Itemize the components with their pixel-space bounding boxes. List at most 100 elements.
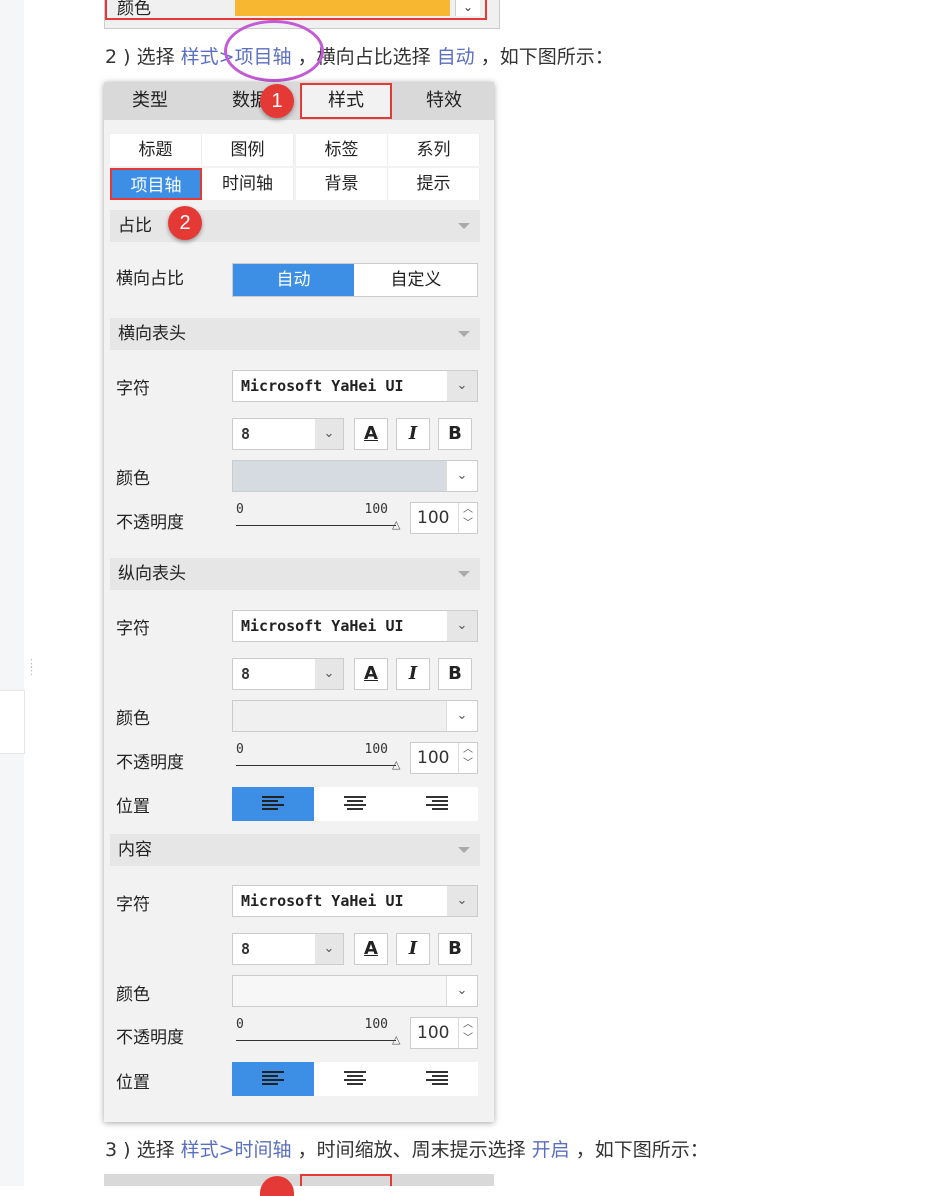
subtab-tooltip[interactable]: 提示 [388,168,480,200]
font-family-select[interactable]: Microsoft YaHei UI ⌄ [232,885,478,917]
opacity-slider[interactable]: 0 100 △ [236,1017,404,1051]
step3-link-style-timeaxis[interactable]: 样式>时间轴 [181,1139,292,1161]
bold-button[interactable]: B [438,658,472,690]
step2-paragraph: 2 ) 选择 样式>项目轴 ，横向占比选择 自动 ，如下图所示： [105,42,614,69]
font-label: 字符 [116,379,150,399]
opacity-slider[interactable]: 0 100 △ [236,502,404,536]
spinner-arrows-icon[interactable]: ︿ ﹀ [458,1018,477,1048]
drag-handle-icon[interactable]: ⋮ ⋮ [26,658,37,676]
opacity-label: 不透明度 [116,753,184,773]
sidebar-tab[interactable] [0,690,25,754]
subtab-legend[interactable]: 图例 [202,134,294,166]
align-right-button[interactable] [396,1062,478,1096]
section-horizontal-header[interactable]: 横向表头 [110,318,480,350]
align-left-button[interactable] [232,1062,314,1096]
chevron-down-icon[interactable]: ⌄ [446,976,477,1006]
caret-down-icon [458,847,470,853]
highlight-box [300,1174,392,1186]
color-picker[interactable]: ⌄ [232,700,478,732]
slider-min: 0 [236,742,244,757]
color-picker[interactable]: ⌄ [232,975,478,1007]
chevron-down-icon[interactable]: ⌄ [447,371,477,401]
chevron-down-icon[interactable]: ⌄ [315,934,343,964]
align-left-button[interactable] [232,787,314,821]
slider-max: 100 [364,502,388,517]
align-center-icon [344,1071,366,1087]
spinner-arrows-icon[interactable]: ︿ ﹀ [458,503,477,533]
opacity-spinner[interactable]: 100 ︿ ﹀ [410,1017,478,1049]
step2-link-auto[interactable]: 自动 [437,46,475,68]
tab-effects[interactable]: 特效 [398,82,490,120]
slider-track [236,525,396,526]
font-size-select[interactable]: 8 ⌄ [232,933,344,965]
font-size-select[interactable]: 8 ⌄ [232,658,344,690]
section-content[interactable]: 内容 [110,834,480,866]
font-value: Microsoft YaHei UI [241,617,404,635]
annotation-circle [224,20,324,82]
alignment-group [232,787,478,821]
italic-button[interactable]: I [396,933,430,965]
bold-button[interactable]: B [438,933,472,965]
step3-link-enable[interactable]: 开启 [532,1139,570,1161]
section-vertical-header[interactable]: 纵向表头 [110,558,480,590]
font-size-select[interactable]: 8 ⌄ [232,418,344,450]
color-picker[interactable]: ⌄ [232,460,478,492]
spinner-arrows-icon[interactable]: ︿ ﹀ [458,743,477,773]
option-custom[interactable]: 自定义 [355,264,477,296]
caret-down-icon [458,331,470,337]
left-sidebar [0,0,25,1186]
option-auto[interactable]: 自动 [233,264,354,296]
slider-min: 0 [236,1017,244,1032]
step3-mid: ，时间缩放、周末提示选择 [291,1139,532,1161]
section-proportion[interactable]: 占比 [110,210,480,242]
section-title: 内容 [118,840,152,860]
opacity-value: 100 [417,508,450,528]
tab-style[interactable]: 样式 [300,83,392,119]
font-size-value: 8 [241,665,251,683]
font-family-select[interactable]: Microsoft YaHei UI ⌄ [232,370,478,402]
align-right-button[interactable] [396,787,478,821]
chevron-down-icon[interactable]: ⌄ [447,886,477,916]
opacity-slider[interactable]: 0 100 △ [236,742,404,776]
font-color-button[interactable]: A [354,658,388,690]
color-swatch [233,976,447,1006]
chevron-down-icon[interactable]: ⌄ [446,701,477,731]
slider-thumb-icon[interactable]: △ [392,518,400,531]
font-color-button[interactable]: A [354,418,388,450]
align-center-icon [344,796,366,812]
align-center-button[interactable] [314,1062,396,1096]
color-label: 颜色 [116,985,150,1005]
subtab-title[interactable]: 标题 [110,134,202,166]
bold-button[interactable]: B [438,418,472,450]
color-swatch [235,0,450,16]
opacity-spinner[interactable]: 100 ︿ ﹀ [410,742,478,774]
font-value: Microsoft YaHei UI [241,377,404,395]
italic-button[interactable]: I [396,418,430,450]
font-color-button[interactable]: A [354,933,388,965]
chevron-down-icon: ⌄ [455,0,480,16]
slider-thumb-icon[interactable]: △ [392,758,400,771]
font-value: Microsoft YaHei UI [241,892,404,910]
font-label: 字符 [116,619,150,639]
chevron-down-icon[interactable]: ⌄ [446,461,477,491]
opacity-spinner[interactable]: 100 ︿ ﹀ [410,502,478,534]
chevron-down-icon[interactable]: ⌄ [315,419,343,449]
color-swatch [233,461,447,491]
caret-down-icon [458,223,470,229]
chevron-down-icon[interactable]: ⌄ [447,611,477,641]
subtab-background[interactable]: 背景 [296,168,388,200]
subtab-project-axis[interactable]: 项目轴 [110,168,202,200]
subtab-time-axis[interactable]: 时间轴 [202,168,294,200]
slider-thumb-icon[interactable]: △ [392,1033,400,1046]
color-label: 颜色 [116,469,150,489]
step2-suffix: ，如下图所示： [474,46,614,68]
subtab-series[interactable]: 系列 [388,134,480,166]
align-center-button[interactable] [314,787,396,821]
slider-track [236,1040,396,1041]
subtab-label[interactable]: 标签 [296,134,388,166]
font-family-select[interactable]: Microsoft YaHei UI ⌄ [232,610,478,642]
tab-type[interactable]: 类型 [104,82,196,120]
italic-button[interactable]: I [396,658,430,690]
step3-prefix: 3 ) 选择 [105,1139,181,1161]
chevron-down-icon[interactable]: ⌄ [315,659,343,689]
